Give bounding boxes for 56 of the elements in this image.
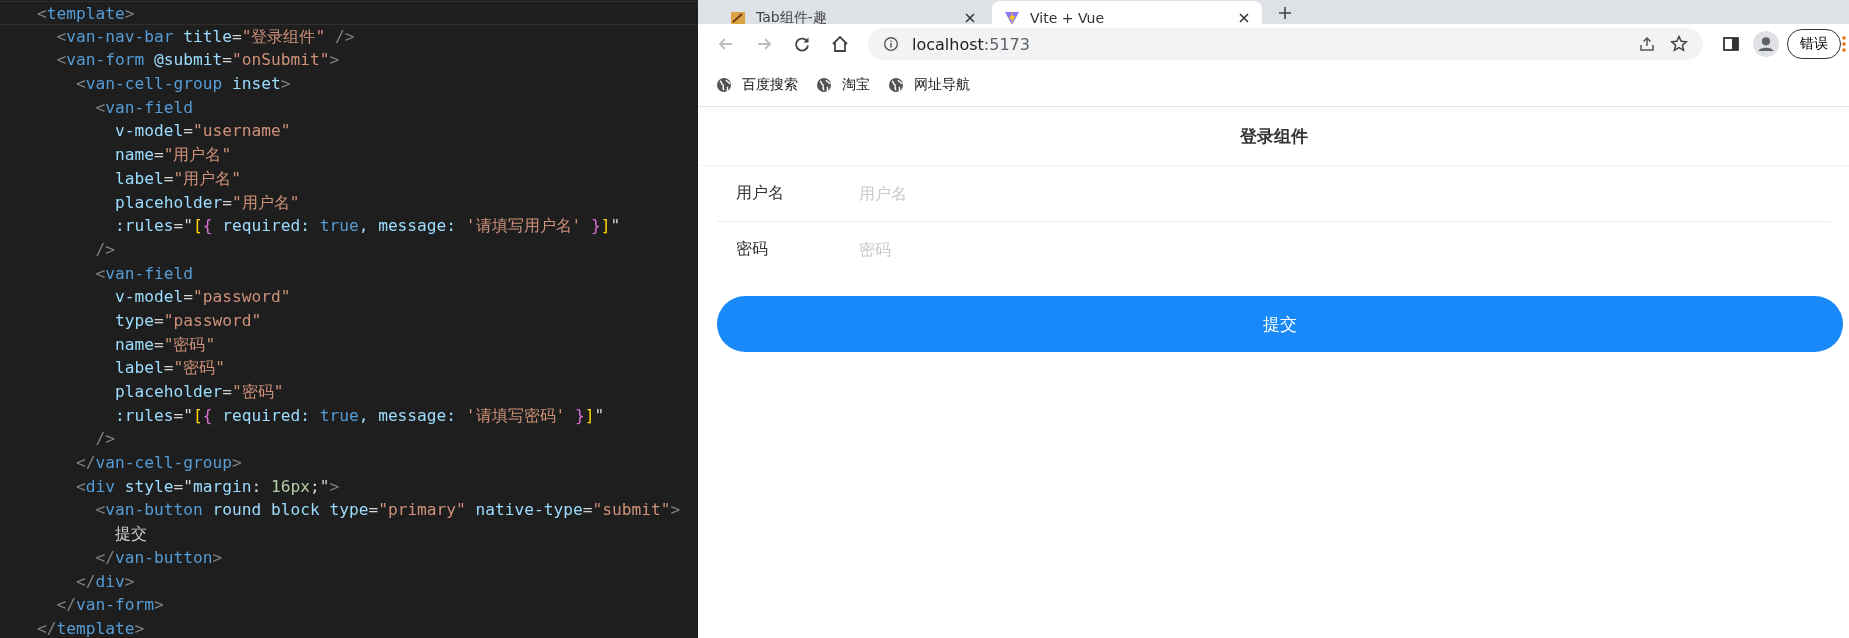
menu-icon[interactable]: [1841, 34, 1847, 54]
code-line: 提交: [113, 524, 147, 544]
lightning-logo-icon: [1004, 10, 1020, 24]
code-line: />: [94, 239, 115, 259]
globe-icon: [888, 77, 904, 93]
close-icon[interactable]: [1238, 12, 1250, 24]
globe-icon: [716, 77, 732, 93]
code-line: </template>: [37, 618, 145, 638]
close-icon[interactable]: [964, 12, 976, 24]
info-icon[interactable]: [882, 35, 900, 53]
code-line: placeholder="密码": [113, 382, 284, 401]
code-line: v-model="username": [113, 121, 291, 141]
code-line: <van-button round block type="primary" native-type="submit">: [94, 500, 681, 520]
code-line: placeholder="用户名": [113, 192, 300, 212]
code-line: </van-button>: [94, 547, 223, 567]
address-bar[interactable]: localhost:5173: [868, 28, 1703, 60]
share-icon[interactable]: [1637, 34, 1657, 54]
code-line: />: [94, 429, 115, 449]
bookmark[interactable]: 百度搜索: [716, 76, 798, 94]
nav-title: 登录组件: [1239, 124, 1308, 148]
code-line: </van-cell-group>: [74, 453, 242, 473]
tab-title: Vite + Vue: [1030, 10, 1104, 24]
code-line: <van-field: [94, 97, 193, 117]
tab-title: Tab组件-趣: [756, 9, 827, 24]
code-line: <template>: [37, 4, 135, 23]
code-line: name="密码": [113, 334, 216, 354]
new-tab-icon[interactable]: [1278, 6, 1292, 20]
code-line: :rules="[{ required: true, message: '请填写密码' }]": [113, 405, 605, 425]
code-line: v-model="password": [113, 287, 291, 307]
code-line: <van-form @submit="onSubmit">: [55, 50, 340, 70]
home-icon[interactable]: [830, 34, 850, 54]
star-icon[interactable]: [1669, 34, 1689, 54]
field-label: 用户名: [736, 183, 785, 204]
bookmark[interactable]: 淘宝: [816, 76, 870, 94]
code-line: <van-cell-group inset>: [74, 74, 291, 94]
code-line: </div>: [74, 571, 135, 591]
code-line: </van-form>: [55, 595, 164, 615]
code-line: <van-field: [94, 263, 193, 283]
bookmark[interactable]: 网址导航: [888, 76, 970, 94]
profile-error-button[interactable]: 错误: [1787, 29, 1841, 59]
browser-tab[interactable]: Tab组件-趣: [718, 1, 988, 24]
profile-avatar-icon[interactable]: [1753, 31, 1779, 57]
code-line: type="password": [113, 310, 262, 330]
code-line: name="用户名": [113, 145, 232, 165]
side-panel-icon[interactable]: [1721, 34, 1741, 54]
code-line: label="用户名": [113, 168, 241, 188]
page-favicon-icon: [730, 10, 746, 24]
code-line: label="密码": [113, 358, 225, 378]
code-line: <van-nav-bar title="登录组件" />: [55, 26, 355, 46]
submit-button[interactable]: 提交: [717, 296, 1843, 352]
field-label: 密码: [736, 239, 769, 260]
globe-icon: [816, 77, 832, 93]
url-text: localhost:5173: [912, 34, 1030, 54]
code-line: :rules="[{ required: true, message: '请填写用户名' }]": [113, 216, 621, 236]
code-line: <div style="margin: 16px;">: [74, 476, 340, 496]
browser-tab[interactable]: Vite + Vue: [992, 1, 1262, 24]
